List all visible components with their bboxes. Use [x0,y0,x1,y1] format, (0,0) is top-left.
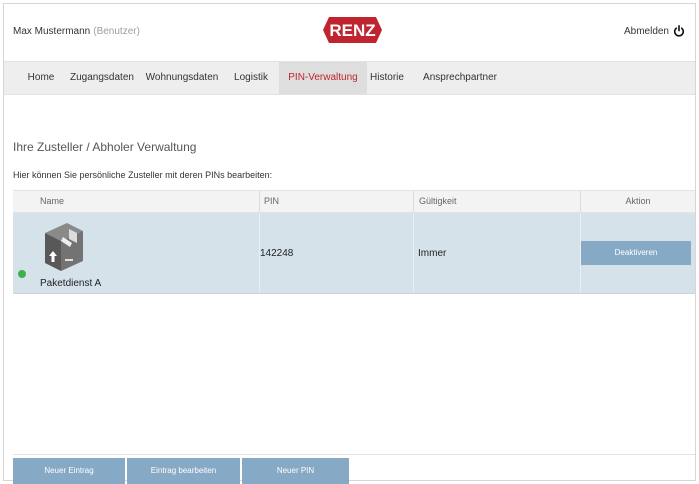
app-frame: Max Mustermann (Benutzer) RENZ Abmelden H… [3,3,696,484]
power-icon [673,25,685,37]
nav-wohnungsdaten[interactable]: Wohnungsdaten [144,62,220,94]
top-bar: Max Mustermann (Benutzer) RENZ Abmelden [4,4,695,60]
user-info: Max Mustermann (Benutzer) [13,26,140,37]
logout-label: Abmelden [623,25,669,37]
table-header: Name PIN Gültigkeit Aktion [13,190,695,213]
deactivate-button[interactable]: Deaktiveren [581,241,691,265]
pin-table: Name PIN Gültigkeit Aktion Paketdienst A… [13,190,695,294]
edit-entry-button[interactable]: Eintrag bearbeiten [127,458,240,484]
page-title: Ihre Zusteller / Abholer Verwaltung [13,140,197,154]
footer-divider [13,454,695,455]
nav-pin-verwaltung[interactable]: PIN-Verwaltung [279,62,367,94]
col-action: Aktion [580,191,695,212]
nav-logistik[interactable]: Logistik [228,62,274,94]
nav-home[interactable]: Home [22,62,60,94]
new-entry-button[interactable]: Neuer Eintrag [13,458,125,484]
row-divider [413,213,414,293]
logo-text: RENZ [329,21,375,40]
nav-historie[interactable]: Historie [366,62,408,94]
nav-ansprechpartner[interactable]: Ansprechpartner [418,62,502,94]
col-name: Name [40,196,65,206]
new-pin-button[interactable]: Neuer PIN [242,458,349,484]
col-pin: PIN [259,191,409,212]
table-row[interactable]: Paketdienst A 142248 Immer Deaktiveren [13,213,695,294]
user-name: Max Mustermann [13,26,91,37]
entry-validity: Immer [418,248,447,259]
renz-logo: RENZ [323,17,382,43]
entry-pin: 142248 [260,248,294,259]
nav-zugangsdaten[interactable]: Zugangsdaten [68,62,136,94]
main-nav: Home Zugangsdaten Wohnungsdaten Logistik… [4,61,695,95]
logout-button[interactable]: Abmelden [624,25,685,37]
status-active-dot [18,270,26,278]
page-subtext: Hier können Sie persönliche Zusteller mi… [13,170,273,180]
user-role: (Benutzer) [93,26,140,37]
package-icon [45,223,83,271]
entry-name: Paketdienst A [40,278,102,289]
col-validity: Gültigkeit [413,191,578,212]
